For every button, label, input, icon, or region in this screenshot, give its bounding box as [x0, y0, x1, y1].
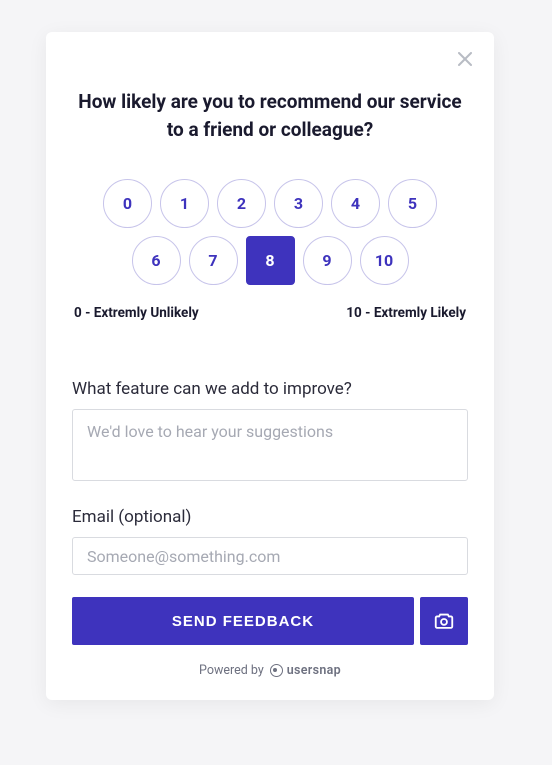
- nps-option-6[interactable]: 6: [132, 236, 181, 285]
- nps-option-0[interactable]: 0: [103, 179, 152, 228]
- powered-by-text: Powered by: [199, 663, 264, 678]
- feature-input[interactable]: [72, 409, 468, 481]
- email-field-group: Email (optional): [72, 507, 468, 575]
- usersnap-logo-icon: [270, 664, 283, 677]
- email-label: Email (optional): [72, 507, 468, 527]
- scale-labels: 0 - Extremly Unlikely 10 - Extremly Like…: [72, 305, 468, 321]
- nps-option-7[interactable]: 7: [189, 236, 238, 285]
- brand-link[interactable]: usersnap: [270, 663, 341, 678]
- nps-option-3[interactable]: 3: [274, 179, 323, 228]
- send-feedback-button[interactable]: SEND FEEDBACK: [72, 597, 414, 645]
- nps-option-5[interactable]: 5: [388, 179, 437, 228]
- nps-option-8[interactable]: 8: [246, 236, 295, 285]
- nps-option-1[interactable]: 1: [160, 179, 209, 228]
- scale-low-label: 0 - Extremly Unlikely: [74, 305, 199, 321]
- close-button[interactable]: [456, 50, 474, 68]
- nps-option-4[interactable]: 4: [331, 179, 380, 228]
- screenshot-button[interactable]: [420, 597, 468, 645]
- nps-option-2[interactable]: 2: [217, 179, 266, 228]
- feature-label: What feature can we add to improve?: [72, 379, 468, 399]
- scale-high-label: 10 - Extremly Likely: [346, 305, 466, 321]
- close-icon: [458, 52, 472, 66]
- email-input[interactable]: [72, 537, 468, 575]
- camera-icon: [433, 610, 455, 632]
- actions-row: SEND FEEDBACK: [72, 597, 468, 645]
- powered-by-footer: Powered by usersnap: [72, 663, 468, 678]
- feedback-modal: How likely are you to recommend our serv…: [46, 32, 494, 700]
- nps-option-9[interactable]: 9: [303, 236, 352, 285]
- nps-question: How likely are you to recommend our serv…: [72, 88, 468, 143]
- nps-scale: 012345 678910: [72, 179, 468, 285]
- brand-name: usersnap: [287, 663, 341, 678]
- nps-option-10[interactable]: 10: [360, 236, 409, 285]
- feature-field-group: What feature can we add to improve?: [72, 379, 468, 485]
